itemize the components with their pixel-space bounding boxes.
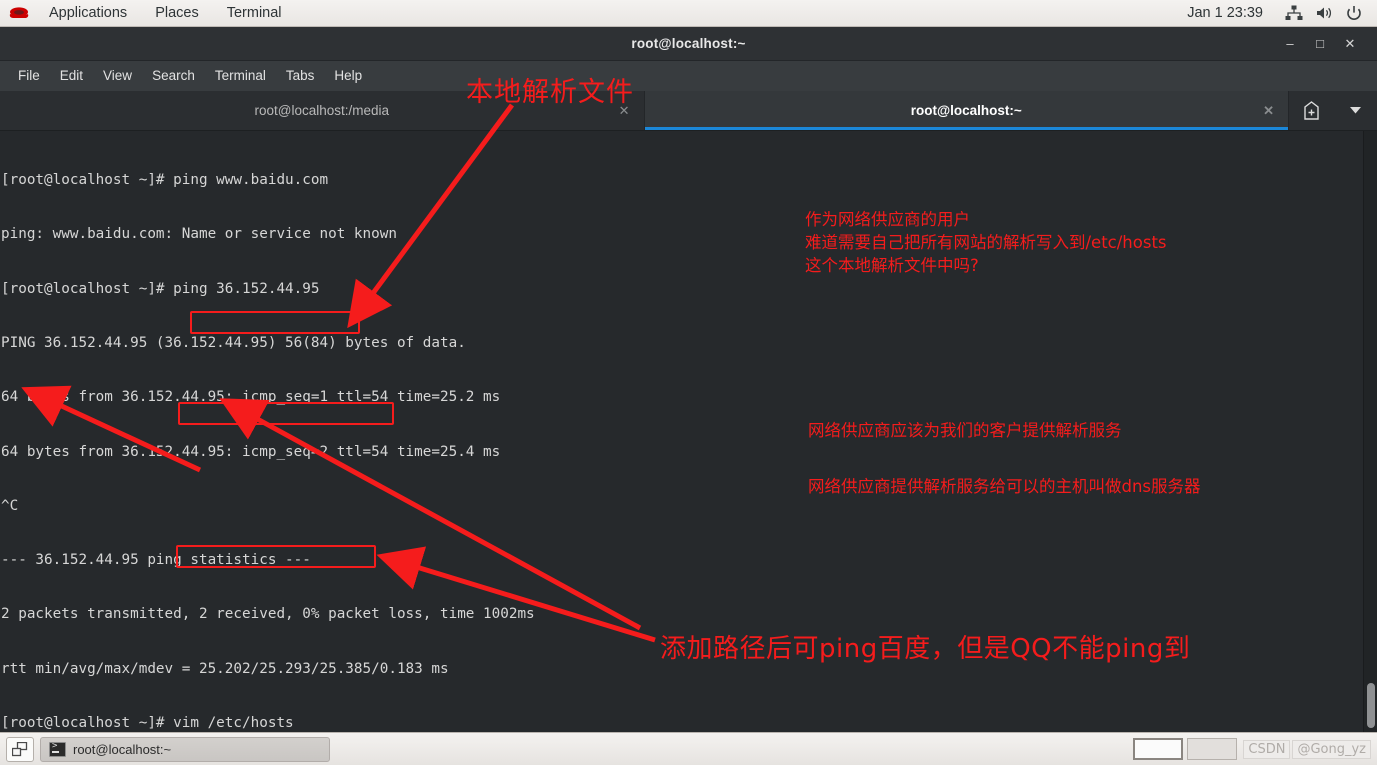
- menu-tabs[interactable]: Tabs: [276, 61, 325, 91]
- gnome-top-panel: Applications Places Terminal Jan 1 23:39: [0, 0, 1377, 27]
- terminal-line: --- 36.152.44.95 ping statistics ---: [1, 552, 311, 569]
- terminal-tab-bar: root@localhost:/media ✕ root@localhost:~…: [0, 91, 1377, 131]
- terminal-line: ^C: [1, 497, 19, 514]
- menu-terminal[interactable]: Terminal: [205, 61, 276, 91]
- taskbar-window-label: root@localhost:~: [73, 741, 172, 757]
- terminal-line: 64 bytes from 36.152.44.95: icmp_seq=2 t…: [1, 443, 501, 460]
- menu-applications[interactable]: Applications: [35, 0, 141, 26]
- tab-close-icon[interactable]: ✕: [1263, 103, 1274, 119]
- terminal-menu-bar: File Edit View Search Terminal Tabs Help: [0, 61, 1377, 91]
- network-icon[interactable]: [1281, 0, 1307, 26]
- taskbar-window-button[interactable]: root@localhost:~: [40, 736, 330, 762]
- show-desktop-icon[interactable]: [6, 736, 34, 762]
- terminal-line: 64 bytes from 36.152.44.95: icmp_seq=1 t…: [1, 389, 501, 406]
- minimize-button[interactable]: –: [1275, 29, 1305, 59]
- tab-root-home[interactable]: root@localhost:~ ✕: [644, 91, 1289, 130]
- terminal-line: [root@localhost ~]# ping www.baidu.com: [1, 172, 329, 189]
- watermark-author: @Gong_yz: [1292, 739, 1371, 759]
- workspace-2[interactable]: [1187, 738, 1238, 760]
- tab-root-media[interactable]: root@localhost:/media ✕: [0, 91, 645, 130]
- screen-root: Applications Places Terminal Jan 1 23:39: [0, 0, 1377, 765]
- redhat-logo-icon: [8, 4, 30, 22]
- gnome-bottom-panel: root@localhost:~ CSDN @Gong_yz: [0, 732, 1377, 765]
- watermark: CSDN @Gong_yz: [1243, 739, 1371, 759]
- workspace-1[interactable]: [1133, 738, 1184, 760]
- terminal-window: root@localhost:~ – □ ✕ File Edit View Se…: [0, 27, 1377, 732]
- terminal-line: 2 packets transmitted, 2 received, 0% pa…: [1, 606, 535, 623]
- power-icon[interactable]: [1341, 0, 1367, 26]
- tab-label: root@localhost:~: [910, 103, 1022, 118]
- menu-terminal[interactable]: Terminal: [213, 0, 296, 26]
- menu-file[interactable]: File: [8, 61, 50, 91]
- terminal-line: [root@localhost ~]# vim /etc/hosts: [1, 715, 294, 731]
- terminal-scrollbar-thumb[interactable]: [1367, 683, 1375, 728]
- menu-view[interactable]: View: [93, 61, 142, 91]
- watermark-source: CSDN: [1243, 739, 1291, 759]
- menu-help[interactable]: Help: [324, 61, 372, 91]
- tab-label: root@localhost:/media: [254, 103, 390, 118]
- terminal-line: PING 36.152.44.95 (36.152.44.95) 56(84) …: [1, 335, 466, 352]
- window-title: root@localhost:~: [631, 36, 746, 51]
- volume-icon[interactable]: [1311, 0, 1337, 26]
- terminal-line: rtt min/avg/max/mdev = 25.202/25.293/25.…: [1, 660, 449, 677]
- terminal-line: ping: www.baidu.com: Name or service not…: [1, 226, 397, 243]
- close-button[interactable]: ✕: [1335, 29, 1365, 59]
- terminal-scrollbar[interactable]: [1363, 131, 1377, 732]
- clock[interactable]: Jan 1 23:39: [1187, 5, 1263, 21]
- terminal-output-area[interactable]: [root@localhost ~]# ping www.baidu.com p…: [0, 131, 1377, 732]
- terminal-line: [root@localhost ~]# ping 36.152.44.95: [1, 280, 320, 297]
- workspace-switcher[interactable]: [1133, 738, 1238, 760]
- new-tab-icon[interactable]: [1289, 91, 1333, 130]
- tab-close-icon[interactable]: ✕: [619, 103, 630, 119]
- window-controls: – □ ✕: [1275, 29, 1377, 59]
- maximize-button[interactable]: □: [1305, 29, 1335, 59]
- tab-tools: [1289, 91, 1377, 130]
- menu-search[interactable]: Search: [142, 61, 205, 91]
- chevron-down-icon[interactable]: [1333, 91, 1377, 130]
- window-title-bar[interactable]: root@localhost:~ – □ ✕: [0, 27, 1377, 61]
- terminal-text: [root@localhost ~]# ping www.baidu.com p…: [0, 135, 672, 732]
- menu-edit[interactable]: Edit: [50, 61, 93, 91]
- menu-places[interactable]: Places: [141, 0, 213, 26]
- terminal-icon: [49, 741, 66, 757]
